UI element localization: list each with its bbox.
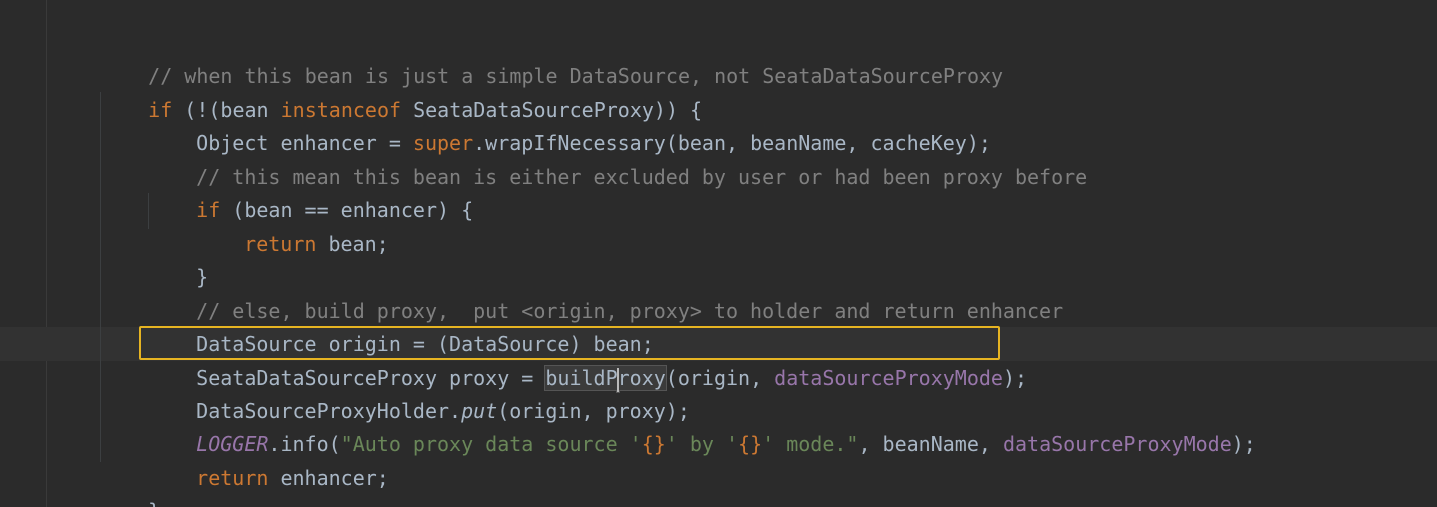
string-placeholder: {} <box>641 432 666 456</box>
code-text: } <box>148 499 160 507</box>
keyword-return: return <box>244 232 317 256</box>
code-line[interactable]: // else, build proxy, put <origin, proxy… <box>148 260 1063 323</box>
code-line[interactable]: Object enhancer = super.wrapIfNecessary(… <box>148 92 991 155</box>
code-line[interactable]: DataSourceProxyHolder.put(origin, proxy)… <box>148 360 690 423</box>
string-literal: ' by ' <box>665 432 739 456</box>
code-line[interactable]: if (bean == enhancer) { <box>148 159 473 222</box>
code-text: bean; <box>316 232 389 256</box>
code-text: ); <box>1231 432 1256 456</box>
field-reference: dataSourceProxyMode <box>774 366 1003 390</box>
code-text: , beanName, <box>858 432 1003 456</box>
code-text: enhancer; <box>268 466 389 490</box>
field-reference: dataSourceProxyMode <box>1002 432 1232 456</box>
string-literal: ' mode." <box>762 432 859 456</box>
code-line[interactable]: LOGGER.info("Auto proxy data source '{}'… <box>148 393 1256 456</box>
gutter-divider <box>46 0 47 507</box>
code-line-current[interactable]: SeataDataSourceProxy proxy = buildProxy(… <box>148 327 1027 392</box>
code-line[interactable]: return enhancer; <box>148 427 389 490</box>
code-line[interactable]: } <box>100 460 160 507</box>
keyword-return: return <box>196 466 269 490</box>
code-line[interactable]: return bean; <box>196 193 389 256</box>
code-editor[interactable]: // when this bean is just a simple DataS… <box>0 0 1437 507</box>
code-text: ); <box>1002 366 1028 390</box>
code-line[interactable]: // when this bean is just a simple DataS… <box>100 25 1003 88</box>
code-line[interactable]: DataSource origin = (DataSource) bean; <box>148 293 654 356</box>
code-line[interactable]: // this mean this bean is either exclude… <box>148 126 1087 189</box>
string-placeholder: {} <box>738 432 763 456</box>
code-line[interactable]: if (!(bean instanceof SeataDataSourcePro… <box>100 59 702 122</box>
code-line[interactable]: } <box>148 226 208 289</box>
